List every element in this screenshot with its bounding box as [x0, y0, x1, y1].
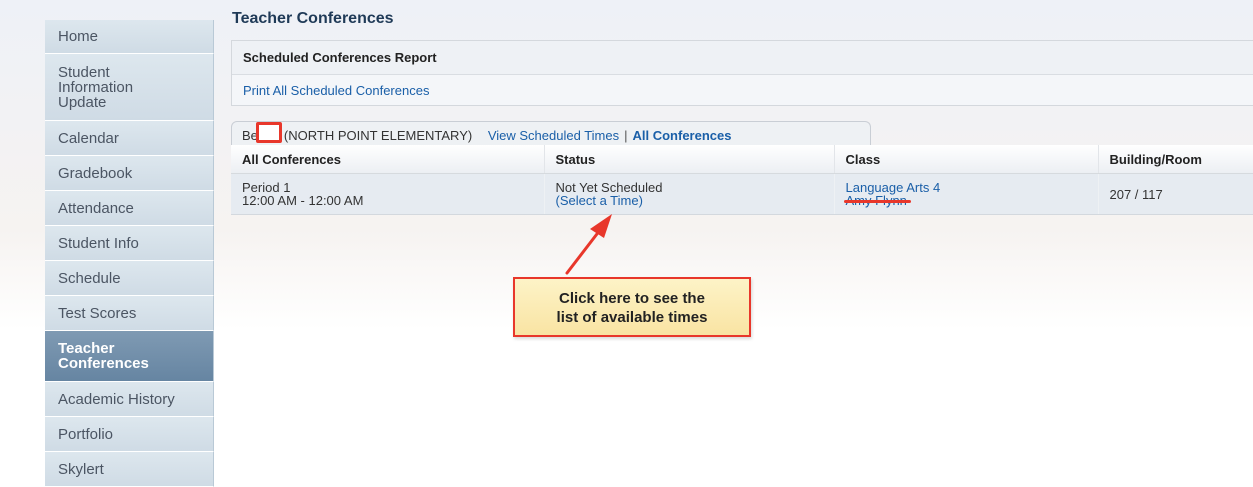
- instruction-callout: Click here to see the list of available …: [513, 277, 751, 337]
- callout-line-1: Click here to see the: [559, 290, 705, 307]
- pointer-arrow: [565, 214, 612, 275]
- pointer-arrow-shaft: [565, 228, 602, 275]
- pointer-arrow-head: [590, 214, 612, 238]
- callout-line-2: list of available times: [556, 309, 708, 326]
